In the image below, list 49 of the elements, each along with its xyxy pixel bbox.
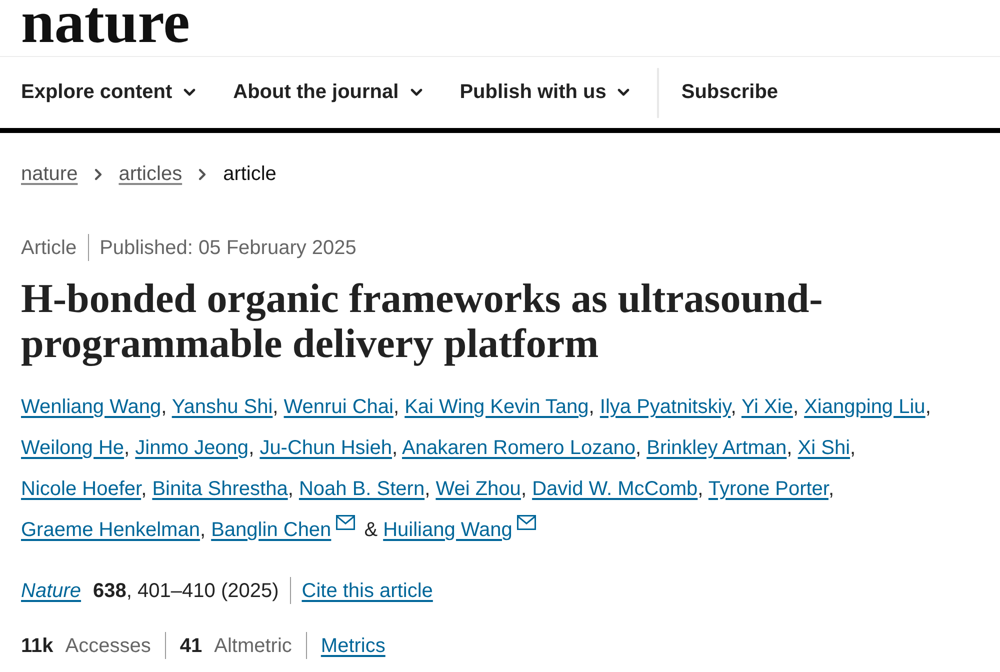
author-link[interactable]: Ju-Chun Hsieh — [260, 437, 392, 459]
author-link[interactable]: Banglin Chen — [211, 519, 332, 541]
author-link[interactable]: Yi Xie — [741, 396, 793, 418]
author-link[interactable]: Kai Wing Kevin Tang — [404, 396, 589, 418]
mail-icon[interactable] — [517, 515, 536, 530]
nav-menu-button[interactable]: Explore content — [21, 81, 196, 104]
chevron-right-icon — [199, 168, 206, 180]
author-link[interactable]: Xi Shi — [798, 437, 850, 459]
author-link[interactable]: Wei Zhou — [436, 478, 521, 500]
metrics-link[interactable]: Metrics — [320, 634, 386, 658]
author-link[interactable]: David W. McComb — [532, 478, 698, 500]
author-list: Wenliang Wang, Yanshu Shi, Wenrui Chai, Kai Wing Kevin Tang, Ilya Pyatnitskiy, Yi Xie, Xiangping Liu, Weilong He, Jinmo Jeong, Ju-Chun Hsieh, Anakaren Romero Lozano, Brinkley Artman, Xi Shi, Nicole Hoefer, Binita Shrestha, Noah B. Stern, Wei Zhou, David W. McComb, Tyrone Porter, Graeme Henkelman, Banglin Chen & Huiliang Wang — [21, 387, 979, 551]
metric-count: 41 — [180, 634, 202, 658]
author-link[interactable]: Wenrui Chai — [284, 396, 394, 418]
article-type-label: Article — [21, 236, 77, 260]
breadcrumb-current: article — [223, 162, 276, 186]
author-link[interactable]: Nicole Hoefer — [21, 478, 142, 500]
author-link[interactable]: Binita Shrestha — [152, 478, 288, 500]
author-link[interactable]: Yanshu Shi — [172, 396, 273, 418]
author-link[interactable]: Anakaren Romero Lozano — [402, 437, 636, 459]
author-link[interactable]: Brinkley Artman — [646, 437, 787, 459]
author-link[interactable]: Tyrone Porter — [708, 478, 828, 500]
breadcrumb-link[interactable]: nature — [21, 162, 78, 186]
site-logo[interactable]: nature — [21, 0, 190, 44]
author-link[interactable]: Xiangping Liu — [804, 396, 926, 418]
author-link[interactable]: Noah B. Stern — [298, 478, 425, 500]
metric-name: Accesses — [65, 634, 151, 658]
author-link[interactable]: Weilong He — [21, 437, 124, 459]
chevron-down-icon — [410, 89, 422, 96]
citation-text: Nature 638, 401–410 (2025) — [21, 578, 279, 602]
journal-link[interactable]: Nature — [21, 580, 82, 602]
nav-link[interactable]: Subscribe — [681, 81, 778, 104]
chevron-right-icon — [94, 168, 102, 180]
article-title: H-bonded organic frameworks as ultrasound-programmable delivery platform — [21, 276, 824, 366]
nav-menu-button[interactable]: About the journal — [233, 81, 422, 104]
author-link[interactable]: Graeme Henkelman — [21, 519, 200, 541]
author-link[interactable]: Huiliang Wang — [383, 519, 512, 541]
chevron-down-icon — [618, 89, 630, 96]
mail-icon[interactable] — [336, 515, 356, 530]
nav-menu-button[interactable]: Publish with us — [460, 81, 630, 104]
metric-count: 11k — [21, 634, 54, 658]
cite-link[interactable]: Cite this article — [302, 578, 433, 602]
breadcrumb-link[interactable]: articles — [118, 162, 182, 186]
chevron-down-icon — [184, 89, 196, 96]
author-link[interactable]: Ilya Pyatnitskiy — [600, 396, 731, 418]
author-link[interactable]: Wenliang Wang — [21, 396, 162, 418]
metric-name: Altmetric — [214, 634, 292, 658]
published-date: Published: 05 February 2025 — [100, 236, 356, 260]
author-link[interactable]: Jinmo Jeong — [135, 437, 249, 459]
